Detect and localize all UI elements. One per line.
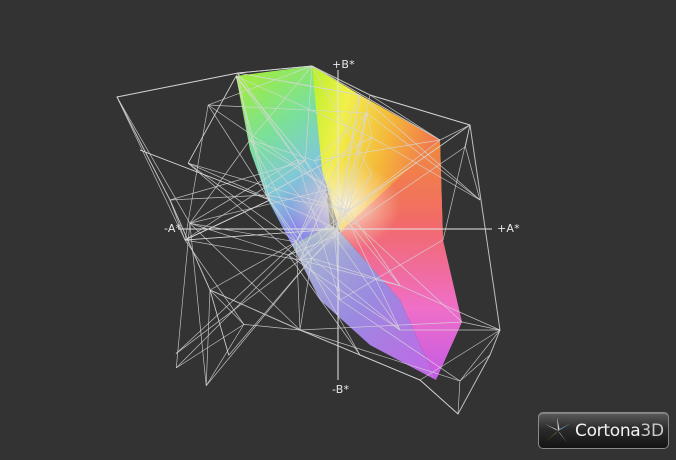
- axis-label-plus-b: +B*: [332, 58, 355, 71]
- axis-label-minus-b: -B*: [332, 383, 350, 396]
- wireframe-edge: [205, 289, 211, 386]
- cortona-star-icon: [545, 416, 571, 443]
- wireframe-edge: [439, 124, 471, 141]
- wireframe-edge: [189, 222, 289, 256]
- wireframe-edge: [175, 223, 191, 368]
- wireframe-edge: [184, 239, 301, 261]
- wireframe-edge: [184, 239, 245, 325]
- wireframe-edge: [419, 379, 459, 415]
- axis-label-minus-a: -A*: [164, 222, 182, 235]
- cortona3d-logo-button[interactable]: Cortona3D: [538, 412, 669, 449]
- wireframe-edge: [116, 96, 186, 241]
- gamut-white-core: [290, 160, 400, 250]
- wireframe-edge: [116, 72, 239, 98]
- wireframe-edge: [184, 199, 271, 241]
- logo-suffix: 3D: [640, 420, 664, 441]
- wireframe-edge: [465, 146, 481, 201]
- wireframe-edge: [116, 96, 191, 224]
- wireframe-edge: [442, 124, 471, 241]
- wireframe-edge: [461, 321, 501, 331]
- wireframe-edge: [457, 380, 461, 415]
- logo-name: Cortona: [575, 420, 641, 441]
- wireframe-edge: [243, 324, 301, 331]
- wireframe-edge: [189, 223, 301, 331]
- wireframe-edge: [209, 241, 297, 291]
- axis-label-plus-a: +A*: [497, 222, 520, 235]
- 3d-viewport[interactable]: +B* -B* +A* -A*: [0, 0, 676, 455]
- logo-wordmark: Cortona3D: [575, 421, 664, 441]
- wireframe-edge: [139, 149, 271, 201]
- wireframe-edge: [459, 354, 491, 382]
- wireframe-edge: [189, 223, 207, 386]
- wireframe-edge: [205, 324, 245, 386]
